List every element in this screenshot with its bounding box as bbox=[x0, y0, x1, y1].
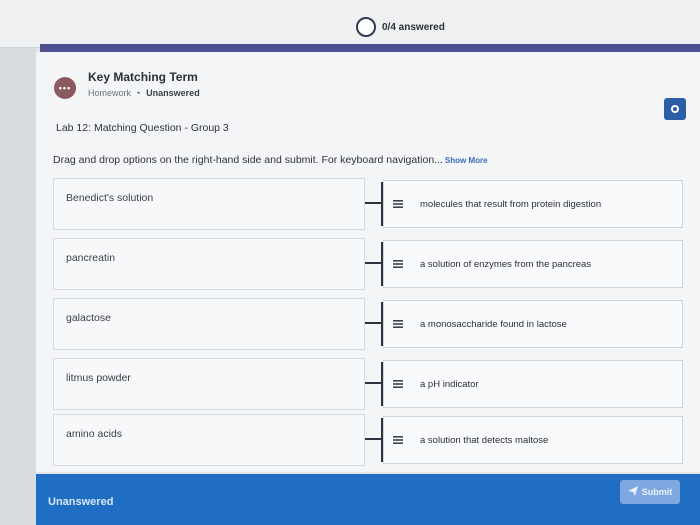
instructions-body: Drag and drop options on the right-hand … bbox=[53, 154, 443, 166]
question-category: Homework bbox=[88, 88, 132, 98]
user-avatar-icon: ••• bbox=[54, 77, 76, 99]
draggable-option[interactable]: a solution that detects maltose bbox=[383, 416, 683, 464]
term-item: litmus powder bbox=[53, 358, 365, 410]
option-label: a solution of enzymes from the pancreas bbox=[420, 258, 592, 270]
term-item: pancreatin bbox=[53, 238, 365, 290]
draggable-option[interactable]: a monosaccharide found in lactose bbox=[383, 300, 683, 348]
drag-handle-icon[interactable] bbox=[384, 241, 412, 287]
match-row: litmus powder a pH indicator bbox=[53, 358, 683, 410]
top-status-bar: 0/4 answered bbox=[0, 0, 700, 48]
term-item: galactose bbox=[53, 298, 365, 350]
drag-handle-icon[interactable] bbox=[384, 361, 412, 407]
drag-handle-icon[interactable] bbox=[384, 301, 412, 347]
question-title: Key Matching Term bbox=[88, 70, 198, 84]
question-status: Unanswered bbox=[146, 88, 200, 98]
draggable-option[interactable]: a solution of enzymes from the pancreas bbox=[383, 240, 683, 288]
draggable-option[interactable]: molecules that result from protein diges… bbox=[383, 180, 683, 228]
option-label: a solution that detects maltose bbox=[420, 434, 549, 446]
draggable-option[interactable]: a pH indicator bbox=[383, 360, 683, 408]
term-item: amino acids bbox=[53, 414, 365, 466]
circle-icon bbox=[671, 105, 679, 113]
drag-handle-icon[interactable] bbox=[384, 417, 412, 463]
option-label: a pH indicator bbox=[420, 378, 479, 390]
question-group-title: Lab 12: Matching Question - Group 3 bbox=[56, 122, 229, 134]
match-row: Benedict's solution molecules that resul… bbox=[53, 178, 683, 230]
question-header: ••• Key Matching Term Homework • Unanswe… bbox=[52, 68, 692, 120]
submit-label: Submit bbox=[641, 487, 673, 497]
more-options-button[interactable] bbox=[664, 98, 686, 120]
instructions-text: Drag and drop options on the right-hand … bbox=[53, 154, 488, 166]
drag-handle-icon[interactable] bbox=[384, 181, 412, 227]
progress-indicator: 0/4 answered bbox=[356, 16, 445, 38]
match-row: amino acids a solution that detects malt… bbox=[53, 414, 683, 466]
show-more-link[interactable]: Show More bbox=[445, 156, 488, 165]
submit-button[interactable]: Submit bbox=[620, 480, 680, 504]
left-margin bbox=[0, 48, 36, 525]
accent-strip bbox=[40, 44, 700, 52]
meta-separator: • bbox=[137, 88, 141, 98]
progress-ring-icon bbox=[356, 17, 376, 37]
footer-status: Unanswered bbox=[48, 496, 114, 508]
progress-label: 0/4 answered bbox=[382, 21, 445, 33]
match-row: galactose a monosaccharide found in lact… bbox=[53, 298, 683, 350]
option-label: a monosaccharide found in lactose bbox=[420, 318, 567, 330]
footer-bar: Unanswered Submit bbox=[36, 474, 700, 525]
match-row: pancreatin a solution of enzymes from th… bbox=[53, 238, 683, 290]
send-icon bbox=[627, 486, 638, 498]
question-meta: Homework • Unanswered bbox=[88, 88, 200, 98]
option-label: molecules that result from protein diges… bbox=[420, 198, 602, 210]
term-item: Benedict's solution bbox=[53, 178, 365, 230]
question-card: ••• Key Matching Term Homework • Unanswe… bbox=[36, 52, 700, 472]
